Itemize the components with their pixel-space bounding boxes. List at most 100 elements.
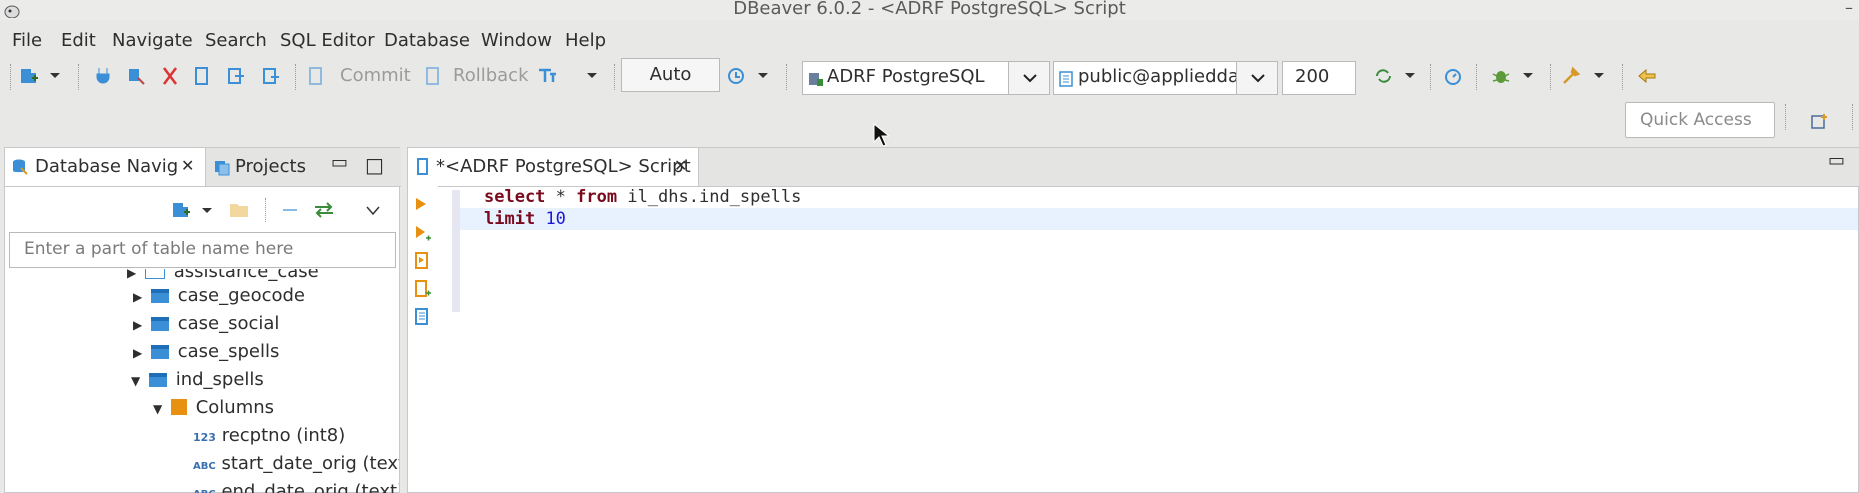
tree-item-ind-spells[interactable]: ▼ ind_spells xyxy=(131,369,264,395)
connection-selector[interactable]: ADRF PostgreSQL xyxy=(802,61,1018,95)
database-navigator-panel: Database Navig ✕ Projects ▭ □ Enter a pa… xyxy=(4,147,401,493)
schema-selector[interactable]: public@appliedda xyxy=(1053,61,1243,95)
tab-database-navigator[interactable]: Database Navig ✕ xyxy=(5,148,206,186)
chevron-down-icon[interactable] xyxy=(200,201,214,224)
chevron-right-icon[interactable]: ▶ xyxy=(127,269,136,280)
commit-icon xyxy=(307,66,325,85)
table-filter-input[interactable]: Enter a part of table name here xyxy=(9,232,396,268)
tree-item-case-geocode[interactable]: ▶ case_geocode xyxy=(133,285,305,311)
tools-icon[interactable] xyxy=(1561,66,1581,84)
new-folder-icon[interactable] xyxy=(228,200,250,225)
open-script-icon[interactable] xyxy=(226,66,244,84)
chevron-down-icon[interactable] xyxy=(1592,66,1610,84)
maximize-view-icon[interactable]: □ xyxy=(365,153,384,177)
title-bar: DBeaver 6.0.2 - <ADRF PostgreSQL> Script… xyxy=(0,0,1859,20)
tab-projects[interactable]: Projects xyxy=(235,156,306,177)
debug-icon[interactable] xyxy=(1491,66,1510,84)
minimize-view-icon[interactable]: ▭ xyxy=(331,152,348,173)
line-annotation-ruler xyxy=(452,190,460,312)
refresh-icon[interactable] xyxy=(1373,66,1391,84)
connect-icon[interactable] xyxy=(95,66,113,84)
chevron-down-icon[interactable] xyxy=(756,66,774,84)
tree-item-label: end_date_orig (text) xyxy=(221,481,399,493)
chevron-right-icon[interactable]: ▶ xyxy=(133,318,142,332)
execute-in-new-tab-icon[interactable] xyxy=(414,224,432,247)
view-menu-icon[interactable] xyxy=(365,202,381,223)
menu-sql-editor[interactable]: SQL Editor xyxy=(280,30,375,51)
tree-item-column-end-date-orig[interactable]: ABC end_date_orig (text) xyxy=(193,481,399,493)
tab-database-label: Database Navig xyxy=(35,156,179,177)
menu-database[interactable]: Database xyxy=(384,30,470,51)
table-icon xyxy=(148,373,167,387)
sql-keyword: from xyxy=(576,187,618,207)
chevron-down-icon[interactable] xyxy=(1403,66,1421,84)
tree-item-label: start_date_orig (text) xyxy=(221,453,399,474)
disconnect-icon[interactable] xyxy=(160,66,178,85)
explain-plan-icon[interactable] xyxy=(414,308,430,331)
dashboard-icon[interactable] xyxy=(1443,66,1461,85)
connection-dropdown-button[interactable] xyxy=(1008,61,1050,95)
editor-tab-bar: *<ADRF PostgreSQL> Script ✕ ▭ xyxy=(408,148,1859,187)
table-filter-placeholder: Enter a part of table name here xyxy=(24,239,294,259)
invalidate-reconnect-icon[interactable] xyxy=(126,66,145,85)
tree-item-column-recptno[interactable]: 123 recptno (int8) xyxy=(193,425,345,451)
menu-help[interactable]: Help xyxy=(565,30,606,51)
history-icon[interactable] xyxy=(726,66,744,84)
close-tab-icon[interactable]: ✕ xyxy=(674,156,687,175)
tree-item-label: ind_spells xyxy=(175,369,264,390)
menu-search[interactable]: Search xyxy=(205,30,267,51)
table-icon xyxy=(150,345,169,359)
execute-statement-icon[interactable] xyxy=(414,196,428,217)
tree-item-label: case_geocode xyxy=(177,285,306,306)
menu-file[interactable]: File xyxy=(12,30,42,51)
chevron-down-icon xyxy=(1021,68,1039,91)
menu-navigate[interactable]: Navigate xyxy=(112,30,193,51)
sql-code-area[interactable]: select * from il_dhs.ind_spells limit 10 xyxy=(460,186,1858,492)
tab-sql-script[interactable]: *<ADRF PostgreSQL> Script ✕ xyxy=(408,148,699,186)
window-title: DBeaver 6.0.2 - <ADRF PostgreSQL> Script xyxy=(733,0,1126,19)
sql-text: * xyxy=(545,187,577,207)
collapse-all-icon[interactable] xyxy=(280,200,302,225)
menu-window[interactable]: Window xyxy=(481,30,552,51)
tree-item-column-start-date-orig[interactable]: ABC start_date_orig (text) xyxy=(193,453,399,479)
execute-script-icon[interactable] xyxy=(414,252,430,275)
code-line-1: select * from il_dhs.ind_spells xyxy=(460,186,1858,208)
close-tab-icon[interactable]: ✕ xyxy=(181,156,194,175)
chevron-down-icon[interactable] xyxy=(48,66,66,84)
open-perspective-icon[interactable] xyxy=(1810,112,1830,137)
rollback-button[interactable]: Rollback xyxy=(453,65,529,86)
minimize-editor-icon[interactable]: ▭ xyxy=(1828,150,1845,171)
tree-item-case-spells[interactable]: ▶ case_spells xyxy=(133,341,279,367)
transaction-mode-icon[interactable] xyxy=(536,66,556,84)
projects-icon xyxy=(213,158,231,181)
tree-item-label: case_social xyxy=(177,313,280,334)
chevron-down-icon[interactable]: ▼ xyxy=(153,402,162,416)
sql-keyword: limit xyxy=(484,209,536,229)
sql-script-icon[interactable] xyxy=(193,66,211,85)
menu-edit[interactable]: Edit xyxy=(61,30,96,51)
sql-keyword: select xyxy=(484,187,546,207)
chevron-down-icon[interactable]: ▼ xyxy=(131,374,140,388)
chevron-down-icon[interactable] xyxy=(1521,66,1539,84)
chevron-right-icon[interactable]: ▶ xyxy=(133,346,142,360)
minimize-icon[interactable]: – xyxy=(1845,0,1853,17)
quick-access-placeholder: Quick Access xyxy=(1640,110,1752,130)
execute-script-new-tab-icon[interactable] xyxy=(414,280,432,303)
new-connection-icon[interactable] xyxy=(18,66,38,84)
result-limit-value: 200 xyxy=(1295,66,1330,87)
back-navigation-icon[interactable] xyxy=(1636,66,1656,84)
chevron-right-icon[interactable]: ▶ xyxy=(133,290,142,304)
quick-access-input[interactable]: Quick Access xyxy=(1625,102,1775,138)
transaction-mode-button[interactable]: Auto xyxy=(621,58,720,92)
schema-dropdown-button[interactable] xyxy=(1236,61,1278,95)
code-line-2-current: limit 10 xyxy=(460,208,1858,230)
result-limit-input[interactable]: 200 xyxy=(1282,61,1356,95)
tree-item-columns[interactable]: ▼ Columns xyxy=(153,397,274,423)
link-with-editor-icon[interactable] xyxy=(312,200,336,225)
chevron-down-icon[interactable] xyxy=(585,66,603,84)
new-connection-icon[interactable] xyxy=(170,200,192,225)
new-script-icon[interactable] xyxy=(261,66,279,84)
tree-item-case-social[interactable]: ▶ case_social xyxy=(133,313,279,339)
sql-number: 10 xyxy=(545,209,566,229)
commit-button[interactable]: Commit xyxy=(340,65,411,86)
